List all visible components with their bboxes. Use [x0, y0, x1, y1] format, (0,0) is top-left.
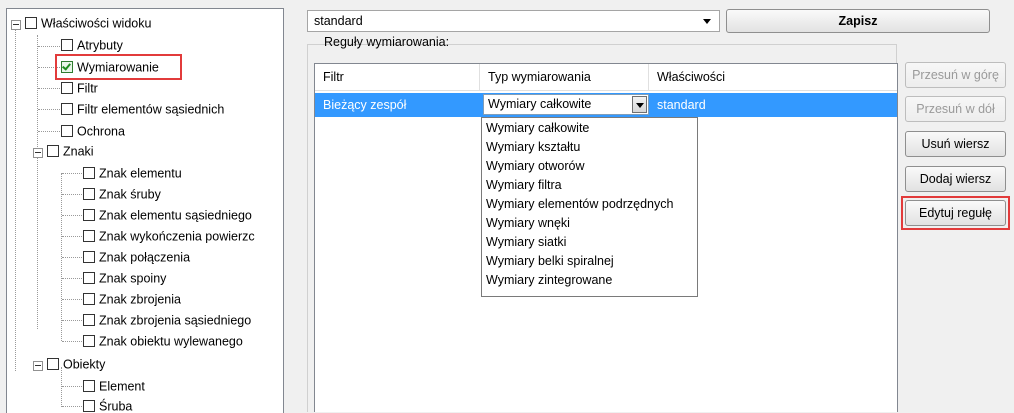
tree-node-objects[interactable]: Obiekty: [47, 354, 105, 374]
checkbox-icon[interactable]: [83, 379, 95, 392]
settings-profile-value: standard: [314, 14, 363, 28]
tree-line: [62, 236, 82, 237]
tree-node-weld-mark[interactable]: Znak spoiny: [83, 268, 166, 288]
dropdown-option[interactable]: Wymiary otworów: [482, 157, 697, 176]
dropdown-option[interactable]: Wymiary całkowite: [482, 119, 697, 138]
tree-line: [62, 341, 82, 342]
dimension-type-select[interactable]: Wymiary całkowite: [483, 94, 649, 115]
tree-node-bolt[interactable]: Śruba: [83, 396, 132, 413]
checkbox-icon[interactable]: [47, 357, 59, 370]
column-header-filter[interactable]: Filtr: [315, 64, 480, 90]
dropdown-option[interactable]: Wymiary kształtu: [482, 138, 697, 157]
tree-node-part-mark[interactable]: Znak elementu: [83, 163, 182, 183]
checkbox-icon[interactable]: [83, 271, 95, 284]
checkbox-icon[interactable]: [61, 124, 73, 137]
dimensioning-rules-label: Reguły wymiarowania:: [324, 35, 450, 49]
dropdown-option[interactable]: Wymiary filtra: [482, 176, 697, 195]
tree-node-bolt-mark[interactable]: Znak śruby: [83, 184, 161, 204]
chevron-down-icon[interactable]: [632, 96, 647, 113]
tree-line: [62, 386, 82, 387]
dropdown-option[interactable]: Wymiary wnęki: [482, 214, 697, 233]
checkbox-icon[interactable]: [83, 292, 95, 305]
tree-node-filter[interactable]: Filtr: [61, 78, 98, 98]
dropdown-option[interactable]: Wymiary siatki: [482, 233, 697, 252]
tree-node-connection-mark[interactable]: Znak połączenia: [83, 247, 190, 267]
checkbox-icon[interactable]: [61, 81, 73, 94]
highlight-box-dimensioning: [55, 54, 182, 80]
checkbox-icon[interactable]: [25, 16, 37, 29]
cell-filter[interactable]: Bieżący zespół: [315, 93, 480, 117]
highlight-box-edit-rule: [901, 196, 1010, 230]
dropdown-option[interactable]: Wymiary belki spiralnej: [482, 252, 697, 271]
tree-node-pour-object-mark[interactable]: Znak obiektu wylewanego: [83, 331, 243, 351]
tree-line: [62, 257, 82, 258]
tree-node-rebar-mark[interactable]: Znak zbrojenia: [83, 289, 181, 309]
cell-properties[interactable]: standard: [649, 93, 849, 117]
tree-line: [62, 320, 82, 321]
collapse-toggle-icon[interactable]: [33, 361, 43, 371]
tree-line: [62, 215, 82, 216]
dropdown-option[interactable]: Wymiary elementów podrzędnych: [482, 195, 697, 214]
dimension-type-dropdown[interactable]: Wymiary całkowite Wymiary kształtu Wymia…: [481, 117, 698, 297]
checkbox-icon[interactable]: [61, 102, 73, 115]
tree-node-marks[interactable]: Znaki: [47, 141, 94, 161]
chevron-down-icon[interactable]: [703, 19, 711, 24]
checkbox-icon[interactable]: [83, 187, 95, 200]
checkbox-icon[interactable]: [83, 166, 95, 179]
tree-node-attributes[interactable]: Atrybuty: [61, 35, 123, 55]
checkbox-icon[interactable]: [83, 208, 95, 221]
dimension-type-value: Wymiary całkowite: [488, 97, 592, 111]
move-down-button[interactable]: Przesuń w dół: [905, 96, 1006, 122]
collapse-toggle-icon[interactable]: [11, 20, 21, 30]
checkbox-icon[interactable]: [83, 313, 95, 326]
tree-line: [38, 46, 60, 47]
tree-line: [62, 194, 82, 195]
tree-line: [38, 131, 60, 132]
tree-line: [62, 299, 82, 300]
table-row-selected[interactable]: Bieżący zespół Wymiary całkowite standar…: [315, 93, 897, 117]
column-header-type[interactable]: Typ wymiarowania: [480, 64, 649, 90]
tree-node-view-properties[interactable]: Właściwości widoku: [25, 13, 151, 33]
rules-table-header: Filtr Typ wymiarowania Właściwości: [315, 64, 897, 91]
tree-line: [37, 35, 38, 329]
tree-node-neighbor-filter[interactable]: Filtr elementów sąsiednich: [61, 99, 224, 119]
checkbox-icon[interactable]: [61, 38, 73, 51]
tree-node-neighbor-part-mark[interactable]: Znak elementu sąsiedniego: [83, 205, 252, 225]
checkbox-icon[interactable]: [47, 144, 59, 157]
tree-line: [62, 173, 82, 174]
save-button[interactable]: Zapisz: [726, 9, 990, 33]
view-properties-tree[interactable]: Właściwości widoku Atrybuty Wymiarowanie…: [6, 8, 284, 413]
tree-line: [38, 88, 60, 89]
tree-line: [15, 29, 16, 371]
column-header-properties[interactable]: Właściwości: [649, 64, 899, 90]
move-up-button[interactable]: Przesuń w górę: [905, 62, 1006, 88]
checkbox-icon[interactable]: [83, 250, 95, 263]
tree-node-surface-mark[interactable]: Znak wykończenia powierzc: [83, 226, 255, 246]
tree-line: [38, 109, 60, 110]
checkbox-icon[interactable]: [83, 229, 95, 242]
dropdown-option[interactable]: Wymiary zintegrowane: [482, 271, 697, 290]
collapse-toggle-icon[interactable]: [33, 148, 43, 158]
tree-line: [62, 278, 82, 279]
settings-profile-select[interactable]: standard: [307, 10, 720, 32]
checkbox-icon[interactable]: [83, 399, 95, 412]
tree-line: [62, 406, 82, 407]
delete-row-button[interactable]: Usuń wiersz: [905, 131, 1006, 157]
checkbox-icon[interactable]: [83, 334, 95, 347]
tree-node-protection[interactable]: Ochrona: [61, 121, 125, 141]
tree-node-neighbor-rebar-mark[interactable]: Znak zbrojenia sąsiedniego: [83, 310, 251, 330]
add-row-button[interactable]: Dodaj wiersz: [905, 166, 1006, 192]
tree-node-part[interactable]: Element: [83, 376, 145, 396]
